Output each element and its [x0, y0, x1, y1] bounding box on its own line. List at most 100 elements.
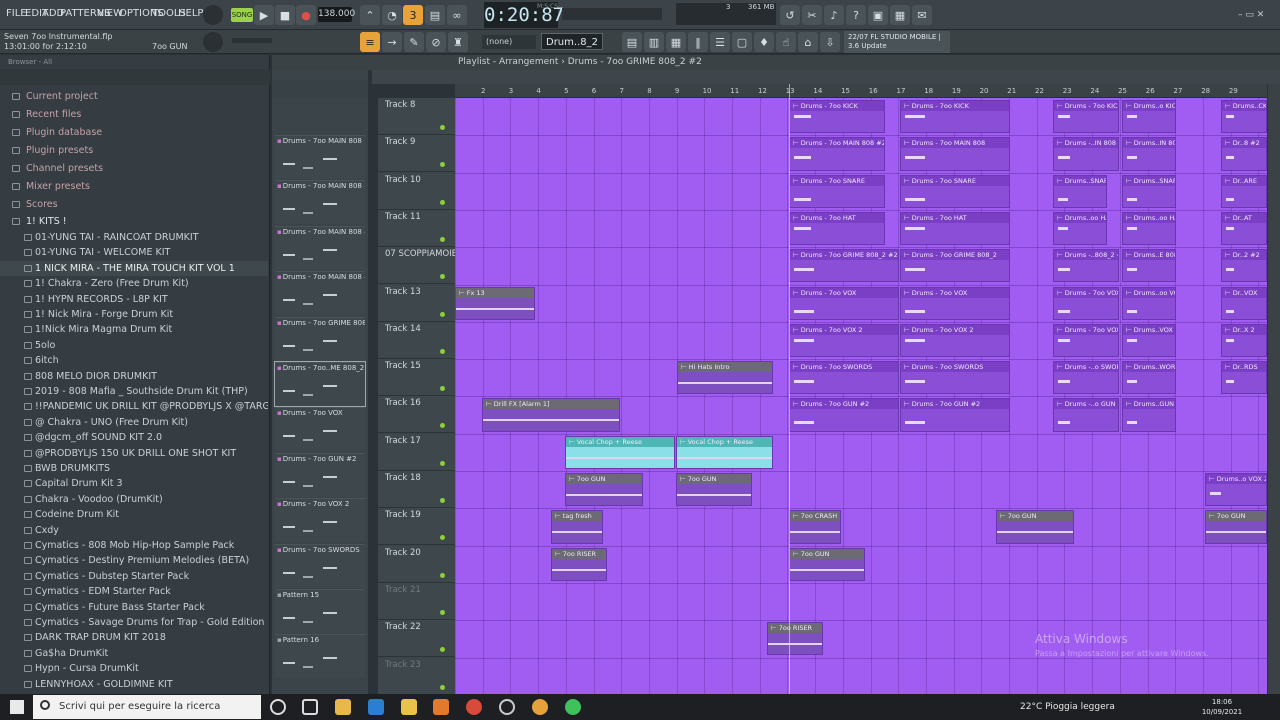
playlist-clip[interactable]: Drums - 7oo SWORDS	[789, 361, 899, 395]
browser-kit-item[interactable]: Hypn - Cursa DrumKit	[0, 661, 268, 676]
stop-button[interactable]: ■	[275, 5, 295, 25]
picker-tools[interactable]	[272, 80, 368, 98]
track-header[interactable]: Track 23	[378, 657, 455, 695]
link-icon[interactable]: ⊘	[426, 32, 446, 52]
track-header[interactable]: Track 21	[378, 582, 455, 620]
playlist-clip[interactable]: Drums - 7oo VOX 2	[789, 323, 899, 358]
playlist-view-icon[interactable]: ≡	[360, 32, 380, 52]
track-header[interactable]: Track 9	[378, 135, 455, 173]
track-header[interactable]: Track 16	[378, 396, 455, 434]
track-enable-led[interactable]	[440, 274, 445, 280]
playlist-clip[interactable]: Dr..2 #2	[1221, 249, 1267, 283]
playlist-clip[interactable]: Drums..oo HAT	[1053, 211, 1107, 246]
playlist-clip[interactable]: Drums - 7oo MAIN 808 #2	[789, 137, 885, 171]
pattern-selector[interactable]: Drum..8_2 #2	[541, 33, 603, 65]
playlist-clip[interactable]: Drums - 7oo GUN #2	[900, 398, 1010, 432]
playlist-clip[interactable]: Drums - 7oo VOX	[1053, 286, 1119, 320]
track-header[interactable]: Track 13	[378, 284, 455, 322]
playlist-clip[interactable]: Drums - 7oo VOX	[900, 286, 1010, 320]
wait-input-icon[interactable]: ◔	[382, 5, 402, 25]
tempo-display[interactable]: 138.000	[318, 7, 355, 22]
play-button[interactable]: ▶	[254, 5, 274, 25]
track-header[interactable]: Track 15	[378, 359, 455, 397]
browser-kit-item[interactable]: Cymatics - Dubstep Starter Pack	[0, 569, 268, 584]
playlist-clip[interactable]: Drums - 7oo VOX	[789, 286, 899, 320]
playhead[interactable]	[789, 84, 790, 695]
playlist-clip[interactable]: Drums..o VOX 2	[1205, 473, 1267, 507]
picker-pattern-item[interactable]: Drums - 7oo..ME 808_2 #2	[274, 361, 366, 407]
pattern-song-knob[interactable]	[203, 5, 223, 25]
playlist-clip[interactable]: Drums -..o GUN #2	[1053, 398, 1119, 432]
picker-pattern-item[interactable]: Drums - 7oo MAIN 808 #4	[275, 271, 365, 316]
timeline-ruler[interactable]: 2 3 4 5 6 7 8 9 10 11 12 13 14 15 16 17 18 19 20 21 22 23 24 25…	[455, 84, 1267, 98]
cortana-icon[interactable]	[270, 699, 286, 715]
playlist-clip[interactable]: 7oo GUN	[676, 473, 752, 507]
record-button[interactable]: ●	[296, 5, 316, 25]
edit-icon[interactable]: ✎	[404, 32, 424, 52]
chat-icon[interactable]: ✉	[912, 5, 932, 25]
browser-kit-item[interactable]: DARK TRAP DRUM KIT 2018	[0, 630, 268, 645]
playlist-clip[interactable]: Drums..oo HAT	[1122, 211, 1176, 246]
song-mode-toggle[interactable]: SONG	[231, 8, 253, 22]
browser-kit-item[interactable]: 1! HYPN RECORDS - L8P KIT	[0, 292, 268, 307]
playlist-clip[interactable]: Drums..oo VOX	[1122, 286, 1176, 320]
browser-item-channel-presets[interactable]: Channel presets	[0, 161, 268, 176]
picker-pattern-item[interactable]: Drums - 7oo GUN #2	[275, 452, 365, 497]
browser-kit-item[interactable]: Capital Drum Kit 3	[0, 476, 268, 491]
playlist-clip[interactable]: Dr..AT	[1221, 211, 1267, 246]
task-view-icon[interactable]	[302, 699, 318, 715]
track-header[interactable]: 07 SCOPPIAMOIBBOTTI	[378, 247, 483, 285]
picker-pattern-item[interactable]: Pattern 16	[275, 634, 365, 679]
browser-kit-item[interactable]: BWB DRUMKITS	[0, 461, 268, 476]
browser-kit-item[interactable]: 1!Nick Mira Magma Drum Kit	[0, 322, 268, 337]
track-header[interactable]: Track 10	[378, 172, 455, 210]
browser-kit-item[interactable]: 1! Nick Mira - Forge Drum Kit	[0, 307, 268, 322]
playlist-clip[interactable]: Vocal Chop + Reese	[676, 435, 773, 469]
download-icon[interactable]: ⇩	[820, 32, 840, 52]
mail-icon[interactable]	[368, 699, 384, 715]
browser-kit-item[interactable]: 808 MELO DIOR DRUMKIT	[0, 369, 268, 384]
browser-tools[interactable]	[0, 69, 270, 85]
playlist-clip[interactable]: Drums..E 808_2	[1122, 249, 1176, 283]
start-icon[interactable]	[10, 700, 24, 714]
playlist-clip[interactable]: Drums..IN 808	[1122, 137, 1176, 171]
playlist-clip[interactable]: Drums - 7oo SNARE	[900, 174, 1010, 208]
plugin-picker-icon[interactable]: ♦	[754, 32, 774, 52]
track-header[interactable]: Track 14	[378, 321, 455, 359]
snap-selector[interactable]: (none)	[482, 35, 536, 49]
picker-pattern-item[interactable]: Drums - 7oo VOX 2	[275, 498, 365, 543]
picker-pattern-item[interactable]: Drums - 7oo GRIME 808_2	[275, 316, 365, 361]
track-enable-led[interactable]	[440, 162, 445, 168]
playlist-clip[interactable]: Drums - 7oo VOX 2	[900, 323, 1010, 358]
playlist-clip[interactable]: Drill FX [Alarm 1]	[482, 398, 620, 432]
playlist-clip[interactable]: tag fresh	[551, 510, 603, 544]
playlist-clip[interactable]: Fx 13	[455, 286, 535, 320]
playlist-clip[interactable]: 7oo RISER	[767, 622, 823, 656]
browser-kit-item[interactable]: 2019 - 808 Mafia _ Southside Drum Kit (T…	[0, 384, 268, 399]
playlist-clip[interactable]: Drums..GUN #2	[1122, 398, 1176, 432]
fl-studio-icon[interactable]	[433, 699, 449, 715]
playlist-clip[interactable]: Drums..o KICK	[1122, 100, 1176, 134]
master-pitch-slider[interactable]	[232, 38, 272, 43]
playlist-clip[interactable]: Drums - 7oo GRIME 808_2 #2	[789, 249, 899, 283]
master-pitch-knob[interactable]	[203, 32, 223, 52]
playlist-clip[interactable]: Drums -..808_2 #2	[1053, 249, 1119, 283]
playlist-clip[interactable]: 7oo CRASH	[789, 510, 841, 544]
whatsapp-icon[interactable]	[565, 699, 581, 715]
playlist-icon[interactable]: ☰	[710, 32, 730, 52]
playlist-clip[interactable]: Dr..RDS	[1221, 361, 1267, 395]
playlist-clip[interactable]: Drums - 7oo MAIN 808	[900, 137, 1010, 171]
track-enable-led[interactable]	[440, 460, 445, 466]
browser-kit-item[interactable]: 01-YUNG TAI - RAINCOAT DRUMKIT	[0, 230, 268, 245]
browser-kit-item[interactable]: Cymatics - 808 Mob Hip-Hop Sample Pack	[0, 538, 268, 553]
track-enable-led[interactable]	[440, 609, 445, 615]
window-controls[interactable]: – ▭ ✕	[1238, 10, 1264, 20]
track-enable-led[interactable]	[440, 236, 445, 242]
picker-pattern-item[interactable]: Drums - 7oo SWORDS	[275, 543, 365, 588]
playlist-clip[interactable]: Drums -..o SWORDS	[1053, 361, 1119, 395]
mixer-view-icon[interactable]: ‖	[688, 32, 708, 52]
playlist-clip[interactable]: Dr..8 #2	[1221, 137, 1267, 171]
browser-item-plugin-database[interactable]: Plugin database	[0, 125, 268, 140]
browser-kit-item[interactable]: 5olo	[0, 338, 268, 353]
microphone-icon[interactable]: ♪	[824, 5, 844, 25]
